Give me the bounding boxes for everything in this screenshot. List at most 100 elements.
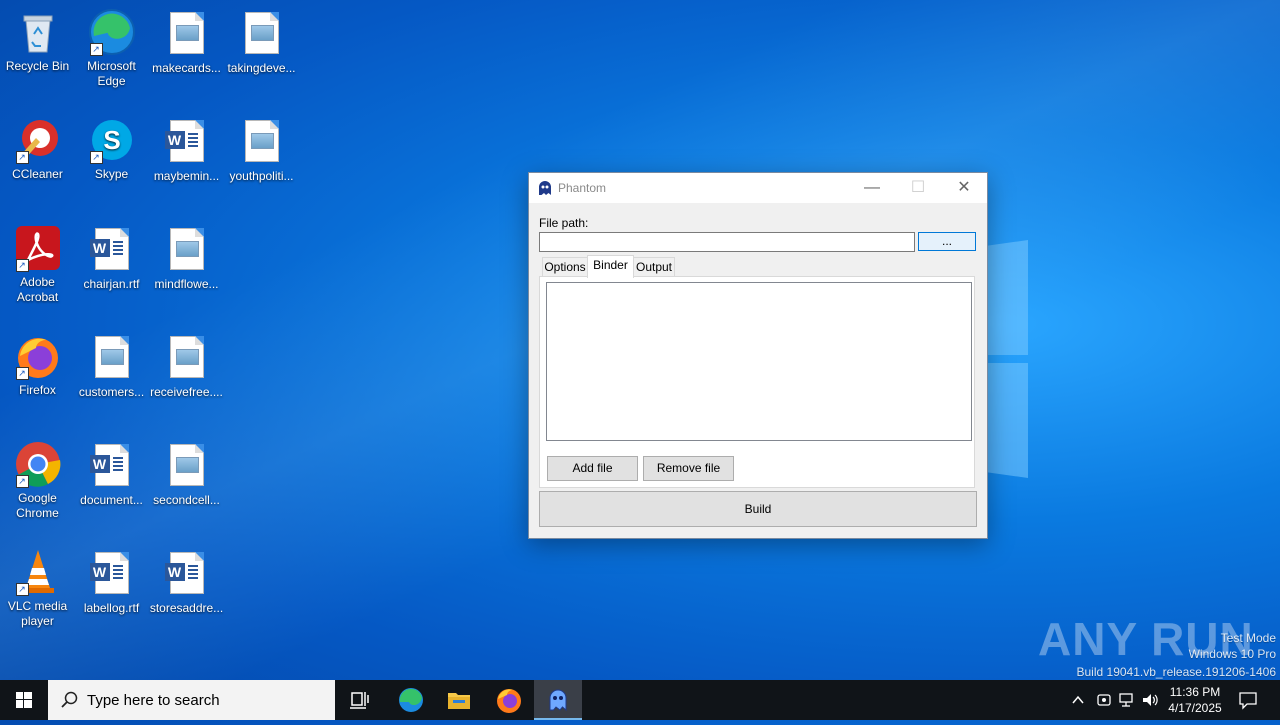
- shortcut-arrow-icon: ↗: [89, 43, 103, 56]
- taskbar-file-explorer[interactable]: [435, 680, 483, 720]
- tab-output[interactable]: Output: [633, 257, 675, 277]
- tab-options[interactable]: Options: [542, 257, 588, 277]
- word-document-icon: W: [164, 120, 204, 162]
- tray-device-icon-button[interactable]: [1095, 691, 1113, 712]
- desktop-icon-label: makecards...: [152, 61, 221, 75]
- network-button[interactable]: [1118, 691, 1136, 712]
- window-title: Phantom: [558, 181, 607, 195]
- windows-start-icon: [16, 692, 32, 708]
- remove-file-button-label: Remove file: [656, 461, 721, 475]
- windows-edition-text: Windows 10 Pro: [1188, 647, 1276, 661]
- add-file-button[interactable]: Add file: [547, 456, 638, 481]
- file-path-label: File path:: [539, 216, 589, 230]
- desktop-icon-file[interactable]: W chairjan.rtf: [74, 224, 149, 292]
- desktop-icon-ccleaner[interactable]: ↗ CCleaner: [0, 116, 75, 182]
- task-view-icon: [350, 692, 369, 709]
- desktop-icon-file[interactable]: W maybemin...: [149, 116, 224, 184]
- image-file-icon: [169, 228, 204, 270]
- window-titlebar[interactable]: Phantom — ☐ ✕: [529, 173, 987, 203]
- ghost-icon: [538, 180, 552, 196]
- taskbar: Type here to search 11:36 PM 4/17/2025: [0, 680, 1280, 720]
- start-button[interactable]: [0, 680, 48, 720]
- desktop-icon-edge[interactable]: ↗ Microsoft Edge: [74, 8, 149, 89]
- device-icon: [1097, 694, 1111, 706]
- shortcut-arrow-icon: ↗: [15, 583, 29, 596]
- clock[interactable]: 11:36 PM 4/17/2025: [1160, 684, 1230, 716]
- firefox-icon: [497, 689, 521, 713]
- desktop-icon-label: chairjan.rtf: [83, 277, 140, 291]
- maximize-icon: ☐: [910, 179, 926, 196]
- desktop-icon-file[interactable]: secondcell...: [149, 440, 224, 508]
- desktop-icon-acrobat[interactable]: ↗ Adobe Acrobat: [0, 224, 75, 305]
- build-text: Build 19041.vb_release.191206-1406: [1076, 665, 1277, 679]
- chevron-up-icon: [1072, 695, 1084, 704]
- taskbar-search-box[interactable]: Type here to search: [48, 680, 335, 720]
- shortcut-arrow-icon: ↗: [89, 151, 103, 164]
- desktop-icon-file[interactable]: takingdeve...: [224, 8, 299, 76]
- desktop-icon-file[interactable]: W labellog.rtf: [74, 548, 149, 616]
- bound-files-listbox[interactable]: [546, 282, 972, 441]
- desktop-icon-label: maybemin...: [153, 169, 220, 183]
- maximize-button[interactable]: ☐: [895, 173, 941, 203]
- desktop-icon-vlc[interactable]: ↗ VLC media player: [0, 548, 75, 629]
- desktop-icon-label: secondcell...: [153, 493, 220, 507]
- desktop-icon-file[interactable]: customers...: [74, 332, 149, 400]
- shortcut-arrow-icon: ↗: [15, 259, 29, 272]
- desktop-icon-label: CCleaner: [12, 167, 63, 181]
- image-file-icon: [169, 444, 204, 486]
- desktop-icon-file[interactable]: receivefree....: [149, 332, 224, 400]
- binder-tab-panel: Add file Remove file: [539, 276, 975, 488]
- shortcut-arrow-icon: ↗: [15, 475, 29, 488]
- desktop-icon-label: Adobe Acrobat: [16, 275, 59, 304]
- desktop-icon-file[interactable]: makecards...: [149, 8, 224, 76]
- minimize-icon: —: [864, 179, 880, 196]
- ghost-icon: [549, 689, 567, 712]
- image-file-icon: [244, 120, 279, 162]
- firefox-icon: ↗: [14, 332, 62, 380]
- desktop-icon-label: mindflowe...: [154, 277, 219, 291]
- desktop-icon-label: Microsoft Edge: [87, 59, 136, 88]
- desktop-icon-label: Recycle Bin: [5, 59, 70, 73]
- build-button[interactable]: Build: [539, 491, 977, 527]
- image-file-icon: [169, 336, 204, 378]
- recycle-bin-icon: [14, 8, 62, 56]
- notification-icon: [1239, 692, 1257, 710]
- desktop-icon-chrome[interactable]: ↗ Google Chrome: [0, 440, 75, 521]
- image-file-icon: [169, 12, 204, 54]
- file-path-input[interactable]: [539, 232, 915, 252]
- desktop-icon-file[interactable]: mindflowe...: [149, 224, 224, 292]
- show-hidden-icons-button[interactable]: [1070, 692, 1086, 711]
- desktop-icon-recycle-bin[interactable]: Recycle Bin: [0, 8, 75, 74]
- desktop-icon-firefox[interactable]: ↗ Firefox: [0, 332, 75, 398]
- clock-time: 11:36 PM: [1169, 685, 1221, 699]
- search-placeholder: Type here to search: [87, 692, 220, 709]
- browse-button[interactable]: ...: [918, 232, 976, 251]
- speaker-icon: [1143, 694, 1158, 706]
- desktop-icon-file[interactable]: W document...: [74, 440, 149, 508]
- volume-button[interactable]: [1141, 691, 1159, 712]
- desktop-icon-label: receivefree....: [150, 385, 223, 399]
- image-file-icon: [244, 12, 279, 54]
- remove-file-button[interactable]: Remove file: [643, 456, 734, 481]
- taskbar-edge[interactable]: [387, 680, 435, 720]
- desktop-icon-file[interactable]: W storesaddre...: [149, 548, 224, 616]
- taskbar-firefox[interactable]: [485, 680, 533, 720]
- tab-label: Output: [635, 260, 673, 274]
- network-icon: [1119, 693, 1133, 707]
- tab-label: Binder: [593, 258, 628, 272]
- build-button-label: Build: [744, 502, 772, 516]
- minimize-button[interactable]: —: [849, 173, 895, 203]
- image-file-icon: [94, 336, 129, 378]
- close-button[interactable]: ✕: [941, 173, 987, 203]
- edge-icon: [399, 688, 423, 712]
- tab-binder[interactable]: Binder: [587, 255, 634, 278]
- skype-icon: S ↗: [88, 116, 136, 164]
- task-view-button[interactable]: [336, 680, 384, 720]
- desktop-icon-skype[interactable]: S ↗ Skype: [74, 116, 149, 182]
- svg-text:S: S: [103, 125, 120, 155]
- action-center-button[interactable]: [1238, 690, 1258, 713]
- vlc-cone-icon: ↗: [14, 548, 62, 596]
- desktop-icon-file[interactable]: youthpoliti...: [224, 116, 299, 184]
- desktop-icon-label: youthpoliti...: [229, 169, 294, 183]
- taskbar-phantom[interactable]: [534, 680, 582, 720]
